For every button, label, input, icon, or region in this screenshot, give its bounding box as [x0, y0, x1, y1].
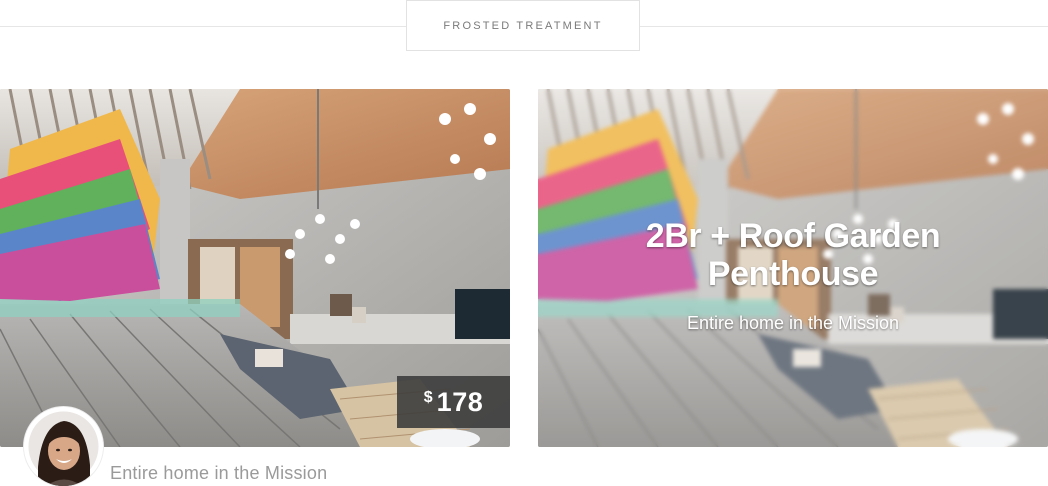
price-value: 178 [436, 386, 484, 417]
host-avatar[interactable] [24, 407, 103, 486]
avatar-icon [24, 407, 103, 486]
listing-title-line-1: 2Br + Roof Garden [645, 217, 941, 255]
section-label-text: FROSTED TREATMENT [443, 19, 603, 32]
listing-subtitle: Entire home in the Mission [686, 313, 900, 333]
listing-card-frosted[interactable]: 2Br + Roof Garden Penthouse Entire home … [538, 89, 1048, 447]
section-label: FROSTED TREATMENT [406, 0, 640, 51]
listing-title: 2Br + Roof Garden Penthouse [538, 217, 1048, 293]
listing-description: Entire home in the Mission [110, 463, 328, 483]
price-badge: $ 178 [397, 376, 510, 428]
price-currency: $ [423, 389, 433, 406]
listing-title-line-2: Penthouse [707, 255, 879, 293]
listing-overlay: 2Br + Roof Garden Penthouse Entire home … [538, 217, 1048, 334]
listing-card-standard[interactable]: $ 178 [0, 89, 510, 447]
